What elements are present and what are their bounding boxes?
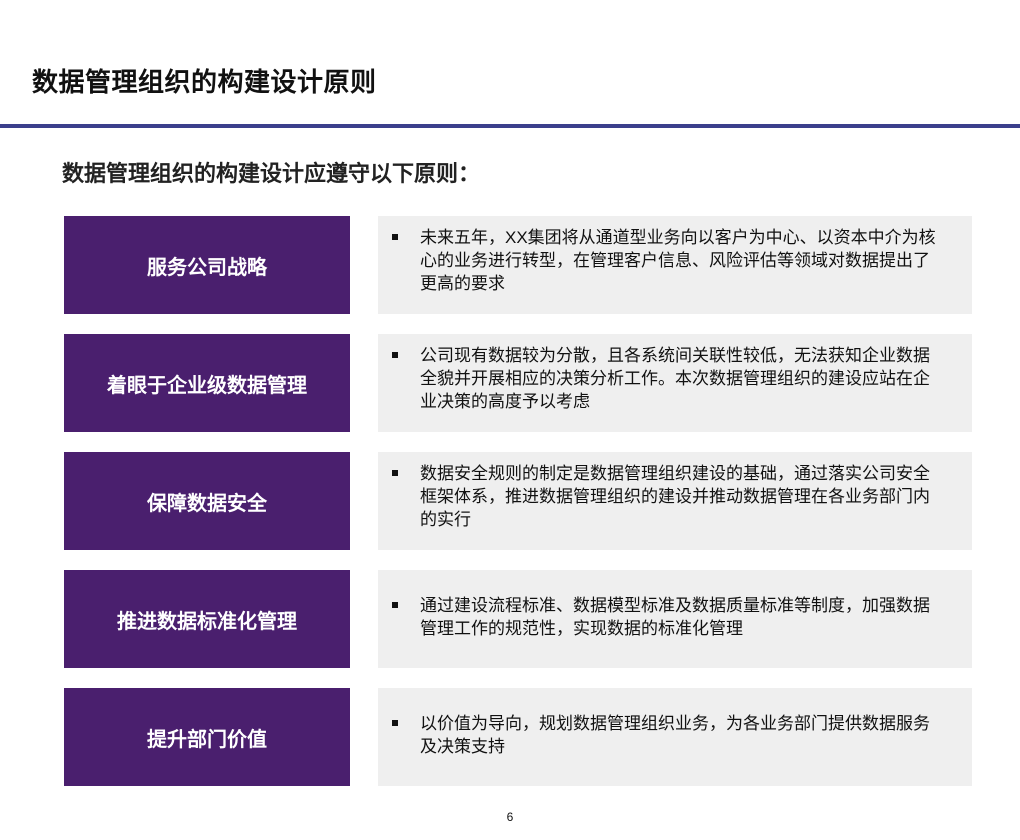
- principle-description-4: 通过建设流程标准、数据模型标准及数据质量标准等制度，加强数据管理工作的规范性，实…: [420, 596, 930, 638]
- principle-description-box-3: 数据安全规则的制定是数据管理组织建设的基础，通过落实公司安全框架体系，推进数据管…: [378, 452, 972, 550]
- slide-title: 数据管理组织的构建设计原则: [32, 67, 377, 97]
- principle-row-1: 服务公司战略 未来五年，XX集团将从通道型业务向以客户为中心、以资本中介为核心的…: [64, 216, 972, 314]
- bullet-icon: [392, 602, 398, 608]
- page-number: 6: [506, 810, 514, 824]
- principle-row-2: 着眼于企业级数据管理 公司现有数据较为分散，且各系统间关联性较低，无法获知企业数…: [64, 334, 972, 432]
- slide-subtitle: 数据管理组织的构建设计应遵守以下原则：: [62, 161, 481, 186]
- principle-row-4: 推进数据标准化管理 通过建设流程标准、数据模型标准及数据质量标准等制度，加强数据…: [64, 570, 972, 668]
- bullet-icon: [392, 470, 398, 476]
- principle-description-box-2: 公司现有数据较为分散，且各系统间关联性较低，无法获知企业数据全貌并开展相应的决策…: [378, 334, 972, 432]
- principle-description-box-4: 通过建设流程标准、数据模型标准及数据质量标准等制度，加强数据管理工作的规范性，实…: [378, 570, 972, 668]
- principle-label-5: 提升部门价值: [64, 688, 350, 786]
- principle-label-1: 服务公司战略: [64, 216, 350, 314]
- bullet-icon: [392, 234, 398, 240]
- principle-description-box-1: 未来五年，XX集团将从通道型业务向以客户为中心、以资本中介为核心的业务进行转型，…: [378, 216, 972, 314]
- principle-label-3: 保障数据安全: [64, 452, 350, 550]
- principle-description-1: 未来五年，XX集团将从通道型业务向以客户为中心、以资本中介为核心的业务进行转型，…: [420, 228, 936, 293]
- principle-label-2: 着眼于企业级数据管理: [64, 334, 350, 432]
- principle-description-2: 公司现有数据较为分散，且各系统间关联性较低，无法获知企业数据全貌并开展相应的决策…: [420, 346, 930, 411]
- principle-row-5: 提升部门价值 以价值为导向，规划数据管理组织业务，为各业务部门提供数据服务及决策…: [64, 688, 972, 786]
- principle-description-5: 以价值为导向，规划数据管理组织业务，为各业务部门提供数据服务及决策支持: [420, 714, 930, 756]
- title-divider: [0, 124, 1020, 128]
- bullet-icon: [392, 720, 398, 726]
- principle-label-4: 推进数据标准化管理: [64, 570, 350, 668]
- principle-description-box-5: 以价值为导向，规划数据管理组织业务，为各业务部门提供数据服务及决策支持: [378, 688, 972, 786]
- bullet-icon: [392, 352, 398, 358]
- principle-description-3: 数据安全规则的制定是数据管理组织建设的基础，通过落实公司安全框架体系，推进数据管…: [420, 464, 930, 529]
- principle-row-3: 保障数据安全 数据安全规则的制定是数据管理组织建设的基础，通过落实公司安全框架体…: [64, 452, 972, 550]
